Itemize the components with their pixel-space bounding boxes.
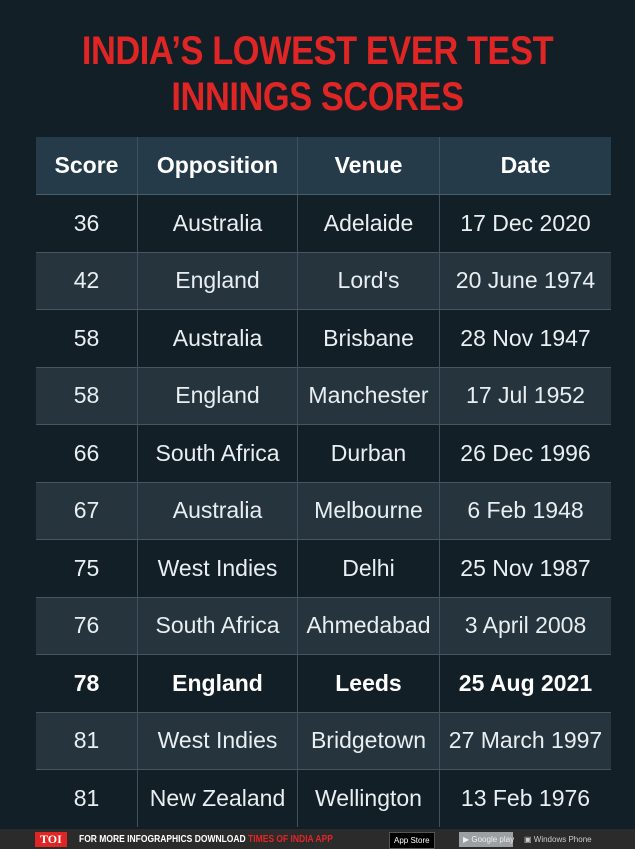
table-row: 58 England Manchester 17 Jul 1952 xyxy=(36,366,611,425)
promo-label: FOR MORE INFOGRAPHICS DOWNLOAD xyxy=(78,833,248,845)
header-date: Date xyxy=(439,137,611,195)
infographic-title: INDIA’S LOWEST EVER TEST INNINGS SCORES xyxy=(44,28,590,120)
cell-venue: Wellington xyxy=(297,769,440,827)
table-row: 66 South Africa Durban 26 Dec 1996 xyxy=(36,424,611,482)
cell-date: 26 Dec 1996 xyxy=(439,424,611,482)
cell-score: 67 xyxy=(36,481,138,540)
table-row: 81 West Indies Bridgetown 27 March 1997 xyxy=(36,711,611,770)
table-row: 76 South Africa Ahmedabad 3 April 2008 xyxy=(36,596,611,655)
google-play-badge[interactable]: ▶ Google play xyxy=(459,832,514,847)
cell-score: 81 xyxy=(36,769,138,827)
cell-opposition: West Indies xyxy=(137,539,298,597)
toi-logo: TOI xyxy=(35,831,67,847)
cell-score: 58 xyxy=(36,309,138,367)
table-row: 58 Australia Brisbane 28 Nov 1947 xyxy=(36,309,611,367)
cell-opposition: South Africa xyxy=(137,424,298,482)
table-row: 75 West Indies Delhi 25 Nov 1987 xyxy=(36,539,611,597)
table-header-row: Score Opposition Venue Date xyxy=(36,137,611,195)
cell-date: 17 Dec 2020 xyxy=(439,194,611,252)
cell-venue: Melbourne xyxy=(297,481,440,540)
cell-date: 3 April 2008 xyxy=(439,596,611,655)
title-line-1: INDIA’S LOWEST EVER TEST xyxy=(81,29,554,73)
cell-score: 36 xyxy=(36,194,138,252)
cell-date: 20 June 1974 xyxy=(439,251,611,310)
header-score: Score xyxy=(36,137,138,195)
cell-venue: Durban xyxy=(297,424,440,482)
cell-date: 25 Nov 1987 xyxy=(439,539,611,597)
cell-opposition: New Zealand xyxy=(137,769,298,827)
cell-venue: Lord's xyxy=(297,251,440,310)
cell-opposition: South Africa xyxy=(137,596,298,655)
cell-opposition: Australia xyxy=(137,481,298,540)
cell-venue: Leeds xyxy=(297,654,440,712)
cell-opposition: England xyxy=(137,366,298,425)
cell-venue: Bridgetown xyxy=(297,711,440,770)
cell-date: 28 Nov 1947 xyxy=(439,309,611,367)
cell-venue: Adelaide xyxy=(297,194,440,252)
cell-date: 17 Jul 1952 xyxy=(439,366,611,425)
cell-venue: Brisbane xyxy=(297,309,440,367)
table-row: 36 Australia Adelaide 17 Dec 2020 xyxy=(36,194,611,252)
cell-opposition: Australia xyxy=(137,194,298,252)
windows-phone-badge[interactable]: ▣ Windows Phone xyxy=(520,832,596,847)
cell-score: 75 xyxy=(36,539,138,597)
cell-score: 76 xyxy=(36,596,138,655)
table-row: 67 Australia Melbourne 6 Feb 1948 xyxy=(36,481,611,540)
windows-icon: ▣ xyxy=(524,835,534,844)
cell-score: 81 xyxy=(36,711,138,770)
cell-date: 27 March 1997 xyxy=(439,711,611,770)
promo-app-name: TIMES OF INDIA APP xyxy=(247,833,333,845)
scores-table: Score Opposition Venue Date 36 Australia A… xyxy=(36,137,611,827)
promo-text: FOR MORE INFOGRAPHICS DOWNLOAD TIMES OF … xyxy=(79,834,333,845)
cell-score: 66 xyxy=(36,424,138,482)
cell-date: 6 Feb 1948 xyxy=(439,481,611,540)
cell-opposition: England xyxy=(137,654,298,712)
cell-score: 78 xyxy=(36,654,138,712)
cell-date: 25 Aug 2021 xyxy=(439,654,611,712)
app-store-badge[interactable]: App Store xyxy=(389,832,435,849)
cell-venue: Ahmedabad xyxy=(297,596,440,655)
table-row: 81 New Zealand Wellington 13 Feb 1976 xyxy=(36,769,611,827)
table-row: 78 England Leeds 25 Aug 2021 xyxy=(36,654,611,712)
cell-score: 42 xyxy=(36,251,138,310)
cell-date: 13 Feb 1976 xyxy=(439,769,611,827)
header-venue: Venue xyxy=(297,137,440,195)
cell-score: 58 xyxy=(36,366,138,425)
header-opposition: Opposition xyxy=(137,137,298,195)
cell-opposition: England xyxy=(137,251,298,310)
cell-venue: Manchester xyxy=(297,366,440,425)
cell-opposition: Australia xyxy=(137,309,298,367)
cell-opposition: West Indies xyxy=(137,711,298,770)
table-row: 42 England Lord's 20 June 1974 xyxy=(36,251,611,310)
title-line-2: INNINGS SCORES xyxy=(171,75,464,119)
cell-venue: Delhi xyxy=(297,539,440,597)
